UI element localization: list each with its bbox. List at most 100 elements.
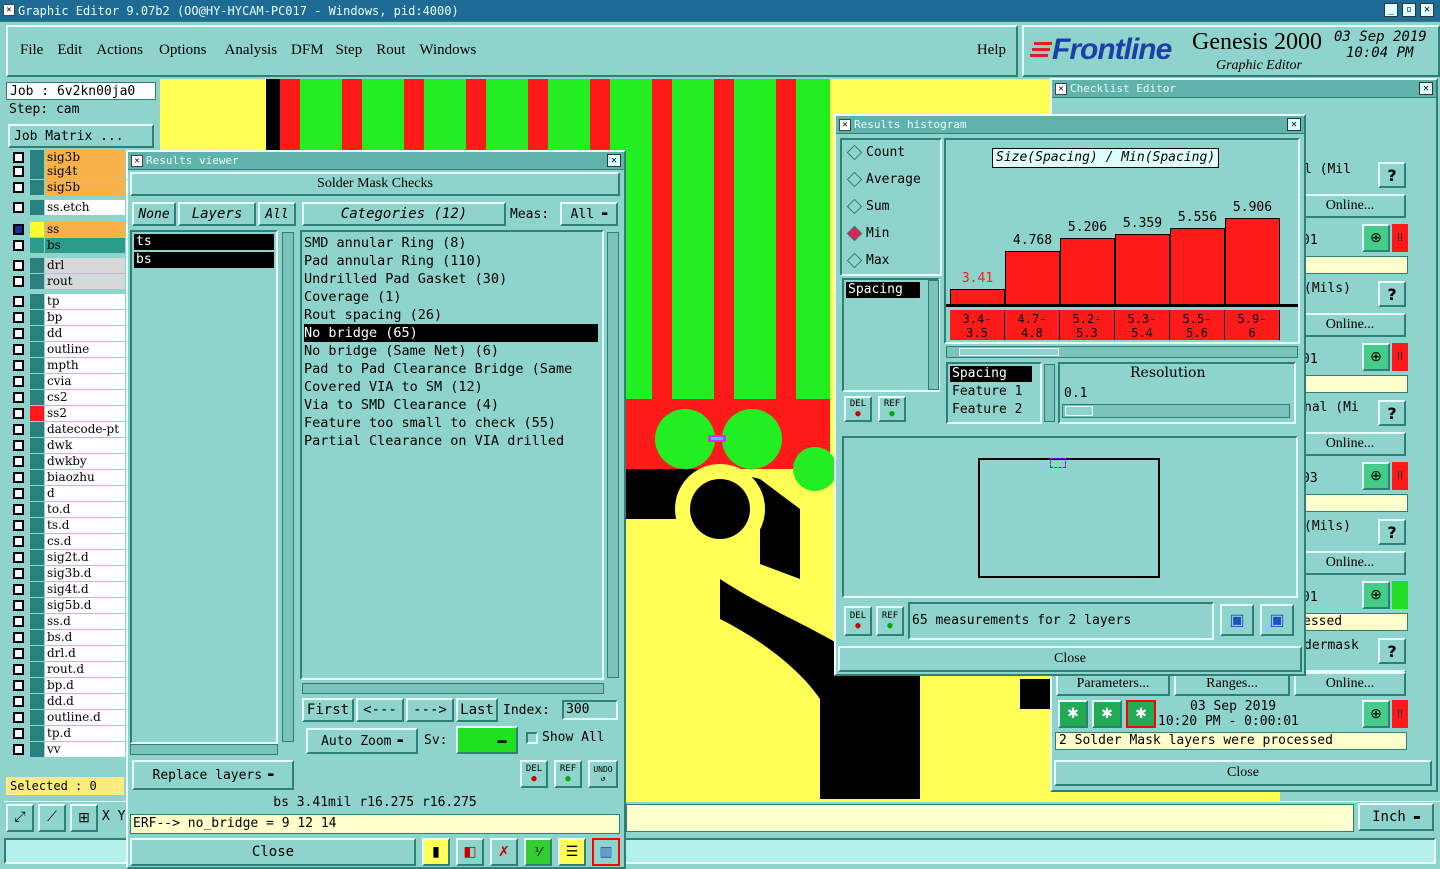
checklist-close-button[interactable]: Close	[1054, 760, 1432, 786]
check-help-button[interactable]: ?	[1378, 162, 1406, 188]
rv-del-button[interactable]: DEL ●	[520, 760, 548, 788]
menu-options[interactable]: Options	[159, 42, 207, 59]
histogram-list-vscroll[interactable]	[928, 280, 939, 390]
layer-row[interactable]: sig3b	[10, 150, 125, 165]
layer-checkbox[interactable]	[13, 520, 24, 531]
tool-zoom-icon[interactable]: ⤢	[6, 804, 34, 832]
export-tool-icon[interactable]: ◧	[456, 838, 484, 866]
histogram-close-icon[interactable]: ✕	[1287, 118, 1301, 131]
layer-row[interactable]: mpth	[10, 358, 125, 373]
category-item[interactable]: Partial Clearance on VIA drilled	[304, 432, 598, 450]
layer-row[interactable]: sig3b.d	[10, 566, 125, 581]
prev-button[interactable]: <---	[356, 698, 404, 722]
category-list-hscroll[interactable]	[302, 683, 604, 694]
layer-row[interactable]: dwkby	[10, 454, 125, 469]
index-input[interactable]: 300	[562, 700, 618, 720]
layer-checkbox[interactable]	[13, 616, 24, 627]
notes-tool-icon[interactable]: ☰	[558, 838, 586, 866]
layer-row[interactable]: ss.d	[10, 614, 125, 629]
histogram-bar[interactable]	[1005, 251, 1060, 304]
layer-row[interactable]: dd	[10, 326, 125, 341]
menu-edit[interactable]: Edit	[57, 42, 82, 59]
stat-option-min[interactable]: Min	[846, 224, 889, 244]
highlight-tool-icon[interactable]: ▮	[422, 838, 450, 866]
checklist-run-icon-1[interactable]: ✱	[1058, 700, 1088, 728]
category-list-vscroll[interactable]	[607, 232, 619, 678]
layer-checkbox[interactable]	[13, 166, 24, 177]
checklist-online-button[interactable]: Online...	[1294, 672, 1406, 696]
results-viewer-menu-icon[interactable]: ✕	[131, 155, 143, 167]
category-item[interactable]: Feature too small to check (55)	[304, 414, 598, 432]
menu-analysis[interactable]: Analysis	[225, 42, 278, 59]
layer-checkbox[interactable]	[13, 276, 24, 287]
menu-actions[interactable]: Actions	[96, 42, 143, 59]
export-report-icon[interactable]: ▣	[1260, 604, 1294, 636]
menu-rout[interactable]: Rout	[376, 42, 405, 59]
layer-row[interactable]: cs2	[10, 390, 125, 405]
meas-dropdown[interactable]: All ▬	[560, 202, 618, 226]
check-online-button[interactable]: Online...	[1294, 313, 1406, 337]
layer-checkbox[interactable]	[13, 376, 24, 387]
layer-checkbox[interactable]	[13, 344, 24, 355]
layer-checkbox[interactable]	[13, 296, 24, 307]
menu-file[interactable]: File	[20, 42, 43, 59]
histogram-menu-icon[interactable]: ✕	[839, 119, 851, 131]
check-online-button[interactable]: Online...	[1294, 551, 1406, 575]
layer-row[interactable]: bp.d	[10, 678, 125, 693]
category-item[interactable]: No bridge (65)	[304, 324, 598, 342]
next-button[interactable]: --->	[406, 698, 454, 722]
field-item[interactable]: Spacing	[950, 366, 1032, 382]
first-button[interactable]: First	[302, 698, 354, 722]
layer-row[interactable]: bp	[10, 310, 125, 325]
layer-checkbox[interactable]	[13, 182, 24, 193]
category-item[interactable]: Pad annular Ring (110)	[304, 252, 598, 270]
check-zoom-icon[interactable]: ⊕	[1362, 581, 1390, 609]
layer-row[interactable]: dwk	[10, 438, 125, 453]
tool-grid-icon[interactable]: ⊞	[70, 804, 98, 832]
histogram-bar[interactable]	[1225, 218, 1280, 304]
layer-row[interactable]: cs.d	[10, 534, 125, 549]
field-item[interactable]: Feature 1	[950, 384, 1024, 400]
histogram-tool-icon[interactable]: ▥	[592, 838, 620, 866]
layer-checkbox[interactable]	[13, 728, 24, 739]
check-help-button[interactable]: ?	[1378, 519, 1406, 545]
layer-checkbox[interactable]	[13, 584, 24, 595]
replace-layers-dropdown[interactable]: Replace layers ▬	[132, 760, 294, 790]
layer-checkbox[interactable]	[13, 440, 24, 451]
layer-row[interactable]: ts.d	[10, 518, 125, 533]
layer-checkbox[interactable]	[13, 202, 24, 213]
layer-row[interactable]: sig5b.d	[10, 598, 125, 613]
layer-checkbox[interactable]	[13, 568, 24, 579]
layer-row[interactable]: d	[10, 486, 125, 501]
layer-row[interactable]: ss.etch	[10, 200, 125, 215]
checklist-close-icon[interactable]: ✕	[1419, 82, 1433, 95]
menu-dfm[interactable]: DFM	[291, 42, 324, 59]
layer-checkbox[interactable]	[13, 456, 24, 467]
layer-checkbox[interactable]	[13, 536, 24, 547]
menu-step[interactable]: Step	[336, 42, 363, 59]
auto-zoom-dropdown[interactable]: Auto Zoom ▬	[306, 728, 418, 754]
histogram-del-button[interactable]: DEL ●	[844, 396, 872, 422]
menu-windows[interactable]: Windows	[419, 42, 476, 59]
histogram-list-item[interactable]: Spacing	[846, 282, 920, 298]
check-zoom-icon[interactable]: ⊕	[1362, 224, 1390, 252]
layer-checkbox[interactable]	[13, 224, 24, 235]
checklist-menu-icon[interactable]: ✕	[1055, 83, 1067, 95]
scroll-thumb[interactable]	[959, 348, 1059, 356]
layer-checkbox[interactable]	[13, 408, 24, 419]
stat-option-max[interactable]: Max	[846, 251, 889, 271]
sv-color-dropdown[interactable]: ▬	[456, 726, 518, 754]
layer-list-hscroll[interactable]	[130, 744, 278, 755]
units-selector[interactable]: Inch ▬	[1358, 803, 1434, 831]
check-help-button[interactable]: ?	[1378, 638, 1406, 664]
resolution-slider[interactable]	[1062, 404, 1290, 418]
layer-row[interactable]: drl.d	[10, 646, 125, 661]
category-item[interactable]: No bridge (Same Net) (6)	[304, 342, 598, 360]
layer-checkbox[interactable]	[13, 744, 24, 755]
layer-row[interactable]: sig2t.d	[10, 550, 125, 565]
minimize-icon[interactable]: _	[1384, 3, 1398, 17]
layer-checkbox[interactable]	[13, 696, 24, 707]
histogram-bar[interactable]	[1060, 238, 1115, 304]
menu-help[interactable]: Help	[977, 42, 1006, 59]
layer-row[interactable]: tp	[10, 294, 125, 309]
